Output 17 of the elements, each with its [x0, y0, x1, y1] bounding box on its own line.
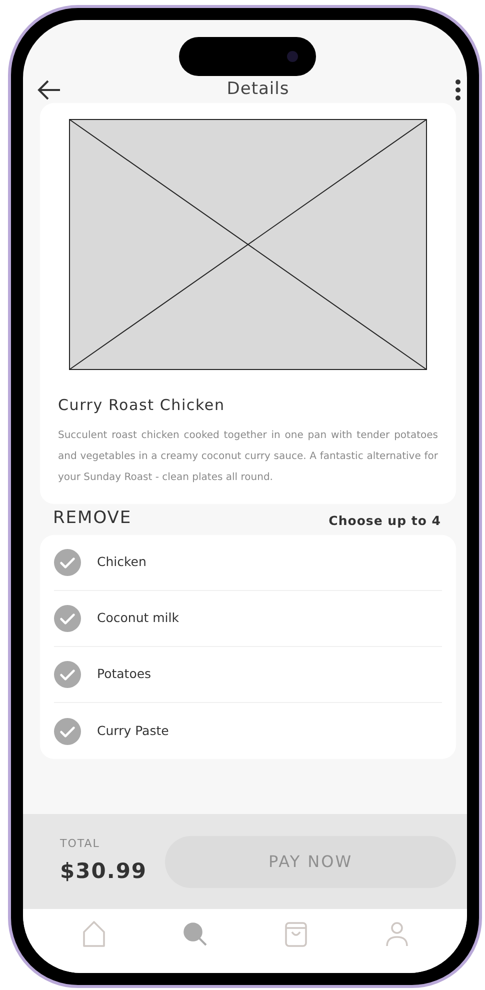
checkbox[interactable] [54, 549, 81, 576]
selection-limit: Choose up to 4 [328, 512, 441, 530]
checkbox[interactable] [54, 661, 81, 688]
more-options-icon[interactable] [455, 79, 461, 101]
total-label: TOTAL [60, 836, 101, 852]
total-price: $30.99 [60, 858, 148, 885]
ingredient-label: Chicken [97, 553, 146, 572]
checkbox[interactable] [54, 718, 81, 744]
page-title: Details [226, 78, 290, 102]
back-arrow-icon[interactable] [37, 80, 61, 100]
dish-description: Succulent roast chicken cooked together in one pan with tender potatoes and vegetables in a creamy coconut curry sauce. A fantastic alternative for your Sunday Roast - clean plates all round. [57, 428, 439, 484]
ingredient-label: Coconut milk [97, 609, 179, 628]
dish-title: Curry Roast Chicken [57, 395, 226, 416]
ingredient-label: Curry Paste [97, 722, 169, 740]
checkbox[interactable] [54, 605, 81, 632]
section-title: REMOVE [53, 506, 132, 530]
ingredient-label: Potatoes [97, 665, 152, 684]
